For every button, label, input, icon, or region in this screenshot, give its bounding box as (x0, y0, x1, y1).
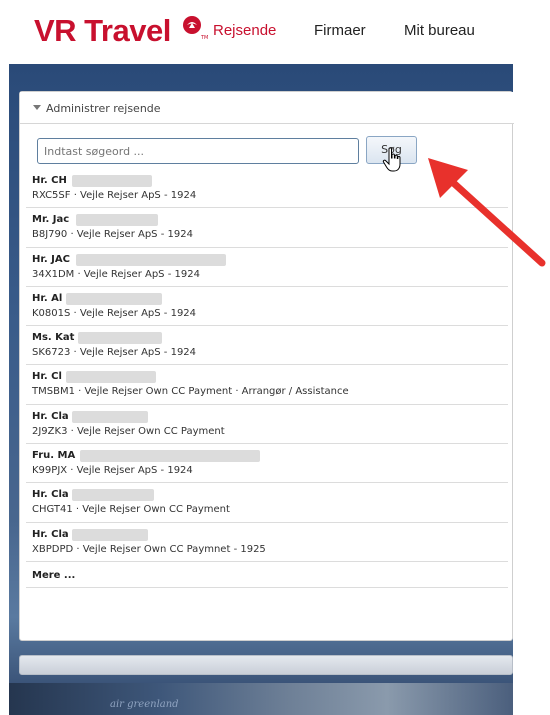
redacted-name (80, 450, 260, 463)
footer-watermark-text: air greenland (110, 699, 179, 710)
traveler-name: Fru. MA (32, 450, 76, 462)
traveler-detail: K99PJX · Vejle Rejser ApS - 1924 (32, 465, 193, 477)
annotation-arrow-icon (428, 158, 546, 267)
list-item[interactable]: Hr. Al K0801S · Vejle Rejser ApS - 1924 (26, 287, 508, 327)
search-input[interactable] (37, 138, 359, 164)
collapsed-panel[interactable] (19, 655, 513, 675)
nav-rejsende[interactable]: Rejsende (213, 22, 276, 39)
hand-cursor-icon (382, 147, 401, 172)
redacted-name (76, 253, 226, 266)
list-item[interactable]: Ms. Kat SK6723 · Vejle Rejser ApS - 1924 (26, 326, 508, 366)
logo-icon (183, 16, 201, 34)
list-item[interactable]: Hr. Cla CHGT41 · Vejle Rejser Own CC Pay… (26, 483, 508, 523)
more-label: Mere ... (32, 569, 76, 581)
traveler-detail: RXC5SF · Vejle Rejser ApS - 1924 (32, 190, 197, 201)
traveler-detail: B8J790 · Vejle Rejser ApS - 1924 (32, 229, 193, 241)
list-item[interactable]: Hr. Cla XBPDPD · Vejle Rejser Own CC Pay… (26, 523, 508, 562)
traveler-name: Mr. Jac (32, 214, 70, 226)
panel-title: Administrer rejsende (46, 102, 161, 115)
list-item[interactable]: Fru. MA K99PJX · Vejle Rejser ApS - 1924 (26, 444, 508, 484)
redacted-name (72, 410, 148, 423)
traveler-name: Hr. Cla (32, 410, 69, 422)
traveler-detail: K0801S · Vejle Rejser ApS - 1924 (32, 307, 197, 319)
traveler-detail: SK6723 · Vejle Rejser ApS - 1924 (32, 347, 197, 359)
background-footer-image (9, 683, 513, 715)
panel-header[interactable]: Administrer rejsende (20, 92, 514, 124)
traveler-detail: XBPDPD · Vejle Rejser Own CC Paymnet - 1… (32, 543, 266, 555)
vr-travel-logo[interactable]: VR Travel (34, 13, 171, 49)
more-results-link[interactable]: Mere ... (26, 562, 508, 588)
traveler-name: Hr. Cla (32, 528, 69, 540)
list-item[interactable]: Hr. Cla 2J9ZK3 · Vejle Rejser Own CC Pay… (26, 405, 508, 445)
traveler-name: Hr. Cl (32, 371, 62, 383)
traveler-name: Hr. Al (32, 292, 63, 304)
traveler-detail: 2J9ZK3 · Vejle Rejser Own CC Payment (32, 425, 225, 437)
top-header: VR Travel TM Rejsende Firmaer Mit bureau (0, 0, 550, 64)
traveler-name: Ms. Kat (32, 332, 75, 344)
traveler-detail: 34X1DM · Vejle Rejser ApS - 1924 (32, 268, 200, 280)
redacted-name (78, 332, 162, 345)
collapse-triangle-icon[interactable] (33, 105, 41, 110)
traveler-name: Hr. CH (32, 175, 67, 186)
redacted-name (66, 292, 162, 305)
redacted-name (72, 175, 152, 187)
traveler-name: Hr. JAC (32, 253, 70, 265)
trademark-mark: TM (201, 35, 209, 41)
traveler-detail: TMSBM1 · Vejle Rejser Own CC Payment · A… (32, 386, 349, 398)
nav-firmaer[interactable]: Firmaer (314, 22, 366, 39)
redacted-name (66, 371, 156, 384)
redacted-name (72, 489, 154, 502)
traveler-detail: CHGT41 · Vejle Rejser Own CC Payment (32, 504, 230, 516)
list-item[interactable]: Hr. Cl TMSBM1 · Vejle Rejser Own CC Paym… (26, 365, 508, 405)
redacted-name (76, 214, 158, 227)
redacted-name (72, 528, 148, 541)
nav-mit-bureau[interactable]: Mit bureau (404, 22, 475, 39)
traveler-name: Hr. Cla (32, 489, 69, 501)
